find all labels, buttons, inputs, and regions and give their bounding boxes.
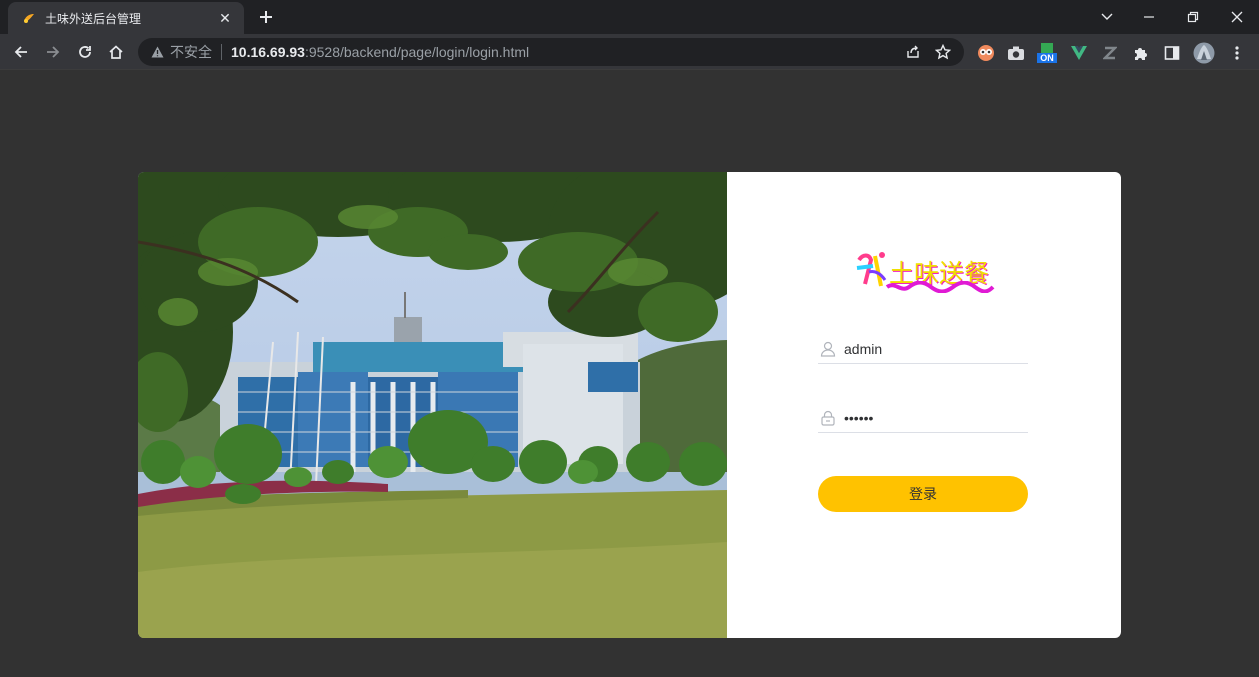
browser-toolbar: 不安全 10.16.69.93 :9528/backend/page/login… [0,34,1259,70]
forward-button[interactable] [39,38,67,66]
side-panel-icon[interactable] [1161,42,1183,64]
login-form: 土味送餐 登录 [727,172,1121,638]
brand-logo: 土味送餐 [855,250,995,294]
share-icon[interactable] [898,38,928,66]
browser-tab-strip: 土味外送后台管理 ✕ [0,0,1259,34]
warning-triangle-icon[interactable] [150,45,164,59]
logo-mark-icon [856,252,887,287]
home-button[interactable] [102,38,130,66]
plus-icon [260,11,272,23]
browser-menu-button[interactable] [1226,42,1248,64]
extension-vue-icon[interactable] [1068,42,1090,64]
login-card: 土味送餐 登录 [138,172,1121,638]
extensions-puzzle-icon[interactable] [1130,42,1152,64]
restore-icon [1187,11,1199,23]
close-icon [1231,11,1243,23]
url-host: 10.16.69.93 [231,44,305,60]
reload-icon [79,46,91,58]
back-button[interactable] [7,38,35,66]
home-icon [109,45,123,59]
extension-badge-text: ON [1040,53,1054,63]
reload-button[interactable] [71,38,99,66]
chevron-down-icon [1101,13,1113,20]
window-controls [1087,0,1259,34]
extension-z-icon[interactable] [1099,42,1121,64]
minimize-icon [1144,16,1154,18]
username-input[interactable] [844,336,1014,361]
user-icon [819,340,837,358]
browser-tab[interactable]: 土味外送后台管理 ✕ [8,2,244,34]
lock-icon [819,409,837,427]
minimize-button[interactable] [1127,0,1171,34]
extension-camera-icon[interactable] [1005,42,1027,64]
tab-title: 土味外送后台管理 [45,11,142,26]
password-input[interactable] [844,405,1014,430]
url-path: :9528/backend/page/login/login.html [304,44,530,60]
arrow-right-icon [47,46,60,58]
login-button[interactable]: 登录 [818,476,1028,512]
address-separator [221,44,222,60]
password-field [818,403,1028,433]
more-vertical-icon [1235,46,1239,60]
tab-close-icon[interactable]: ✕ [216,9,234,27]
bookmark-star-icon[interactable] [928,38,958,66]
logo-wave-icon [885,281,995,293]
tab-favicon-icon [21,10,37,26]
address-bar[interactable]: 不安全 10.16.69.93 :9528/backend/page/login… [138,38,964,66]
restore-button[interactable] [1171,0,1215,34]
extension-owl-icon[interactable] [975,42,997,64]
username-field [818,334,1028,364]
campus-photo [138,172,727,638]
arrow-left-icon [14,46,27,58]
new-tab-button[interactable] [255,6,277,28]
profile-avatar[interactable] [1193,42,1215,64]
security-label[interactable]: 不安全 [170,42,212,62]
address-bar-actions [898,38,958,66]
extension-toggle-on-icon[interactable]: ON [1035,42,1059,64]
close-window-button[interactable] [1215,0,1259,34]
tab-search-button[interactable] [1087,0,1127,34]
